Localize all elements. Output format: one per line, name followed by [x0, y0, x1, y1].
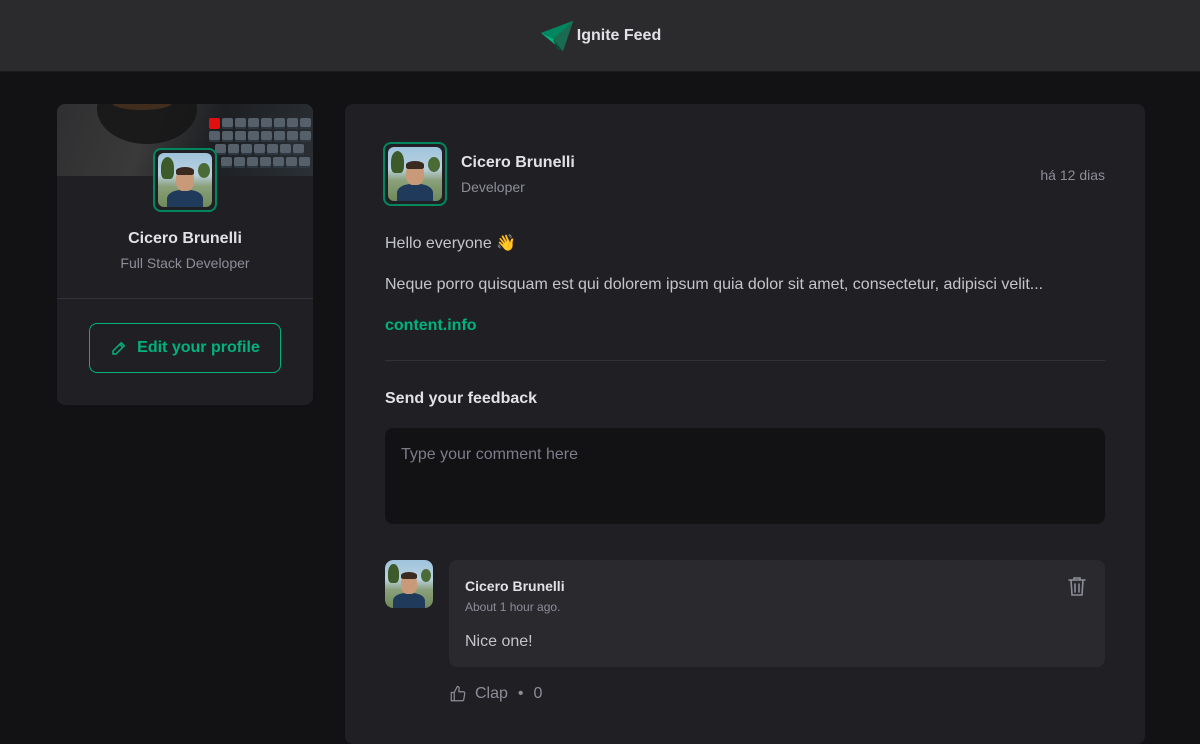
thumbs-up-icon	[450, 685, 466, 702]
profile-role: Full Stack Developer	[120, 255, 250, 271]
app-header: Ignite Feed	[0, 0, 1200, 72]
feedback-title: Send your feedback	[385, 390, 538, 407]
clap-separator: •	[517, 685, 524, 702]
profile-sidebar: Cicero Brunelli Full Stack Developer Edi…	[57, 104, 313, 405]
edit-profile-label: Edit your profile	[137, 339, 260, 356]
pencil-icon	[112, 342, 126, 355]
delete-comment-button[interactable]	[1065, 574, 1089, 598]
clap-button[interactable]: Clap • 0	[449, 682, 542, 706]
comment-box: Cicero Brunelli About 1 hour ago. Nice o…	[449, 560, 1105, 667]
post-published-time: há 12 dias	[1040, 167, 1105, 183]
comment-text: Nice one!	[465, 633, 533, 650]
comment-avatar[interactable]	[385, 560, 433, 608]
comment-author: Cicero Brunelli	[465, 578, 565, 594]
comment-input[interactable]	[385, 428, 1105, 524]
comment-time: About 1 hour ago.	[465, 600, 561, 614]
divider	[385, 360, 1105, 361]
post-card: Cicero Brunelli Developer há 12 dias Hel…	[345, 104, 1145, 744]
clap-label: Clap	[475, 685, 508, 702]
post-greeting: Hello everyone 👋	[385, 235, 517, 252]
app-title: Ignite Feed	[576, 26, 662, 44]
profile-avatar[interactable]	[153, 148, 217, 212]
post-body: Neque porro quisquam est qui dolorem ips…	[385, 276, 1044, 293]
ignite-logo-icon	[540, 20, 573, 51]
edit-profile-button[interactable]: Edit your profile	[89, 323, 281, 373]
post-author-avatar[interactable]	[383, 142, 447, 206]
post-content: Hello everyone 👋 Neque porro quisquam es…	[385, 232, 1105, 355]
post-author-role: Developer	[461, 179, 525, 195]
profile-name: Cicero Brunelli	[128, 230, 242, 247]
trash-icon	[1068, 577, 1086, 596]
post-author-name: Cicero Brunelli	[461, 154, 575, 171]
divider	[57, 298, 313, 299]
keyboard-graphic	[207, 116, 313, 176]
clap-count: 0	[533, 685, 543, 702]
post-link[interactable]: content.info	[385, 317, 477, 334]
